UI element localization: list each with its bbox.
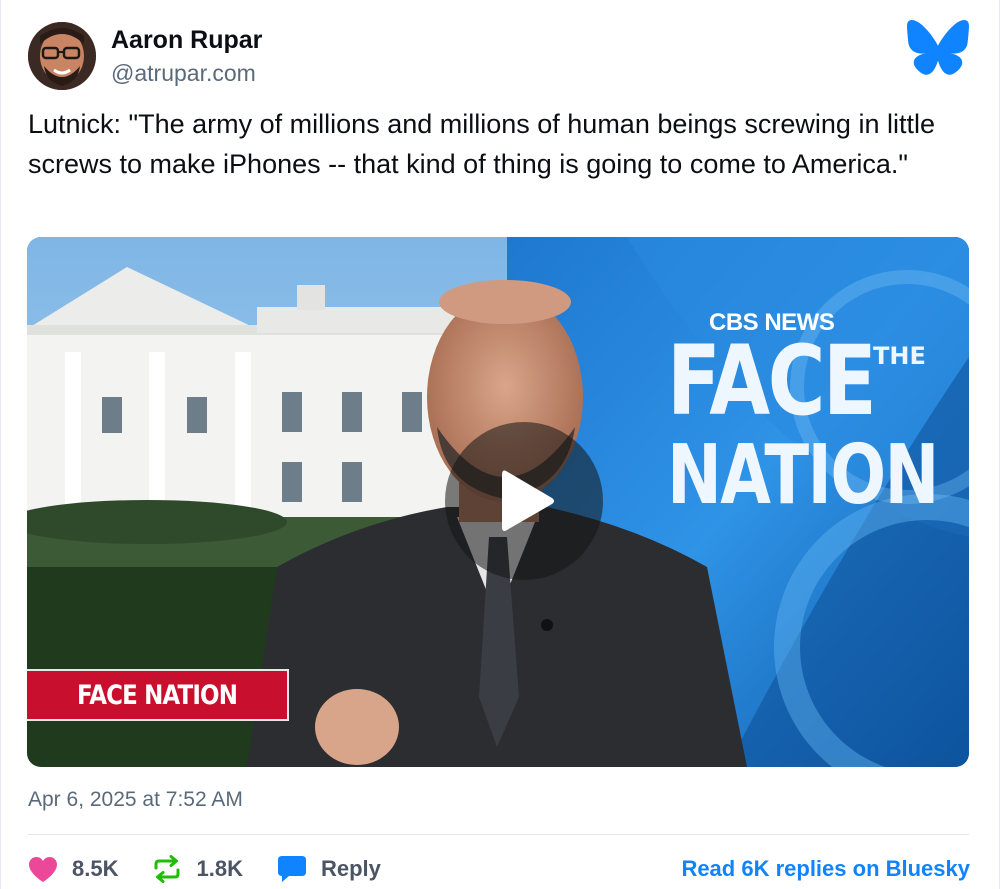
post-text: Lutnick: "The army of millions and milli… (28, 109, 935, 179)
lower-third-bug: FACE NATION (27, 669, 289, 721)
reply-bubble-icon (277, 856, 306, 882)
author-names: Aaron Rupar @atrupar.com (111, 25, 262, 88)
author-handle[interactable]: @atrupar.com (111, 58, 262, 88)
video-player[interactable]: CBS NEWS FACE THE NATION FACE NATION (27, 237, 969, 767)
show-title-face: FACE (667, 325, 877, 437)
author-display-name[interactable]: Aaron Rupar (111, 25, 262, 55)
post-card: Aaron Rupar @atrupar.com Lutnick: "The a… (0, 0, 1000, 889)
show-title-the: THE (873, 343, 926, 370)
like-button[interactable]: 8.5K (28, 856, 118, 883)
play-button[interactable] (445, 422, 603, 580)
repost-icon (154, 855, 180, 883)
post-header: Aaron Rupar @atrupar.com (28, 22, 262, 90)
reply-button[interactable]: Reply (277, 854, 381, 884)
avatar[interactable] (28, 22, 96, 90)
like-count: 8.5K (72, 856, 119, 881)
heart-icon (29, 856, 57, 882)
repost-count: 1.8K (196, 856, 243, 881)
divider (28, 834, 969, 835)
show-title-nation: NATION (667, 428, 939, 523)
lower-third-text: FACE NATION (77, 679, 238, 711)
read-replies-link[interactable]: Read 6K replies on Bluesky (681, 856, 970, 882)
repost-button[interactable]: 1.8K (152, 855, 243, 883)
reply-label: Reply (320, 856, 381, 881)
post-actions: 8.5K 1.8K Reply Read 6K replies on Blues… (28, 851, 970, 887)
bluesky-butterfly-icon[interactable] (907, 20, 969, 75)
post-timestamp[interactable]: Apr 6, 2025 at 7:52 AM (28, 788, 243, 812)
play-icon (502, 470, 554, 531)
